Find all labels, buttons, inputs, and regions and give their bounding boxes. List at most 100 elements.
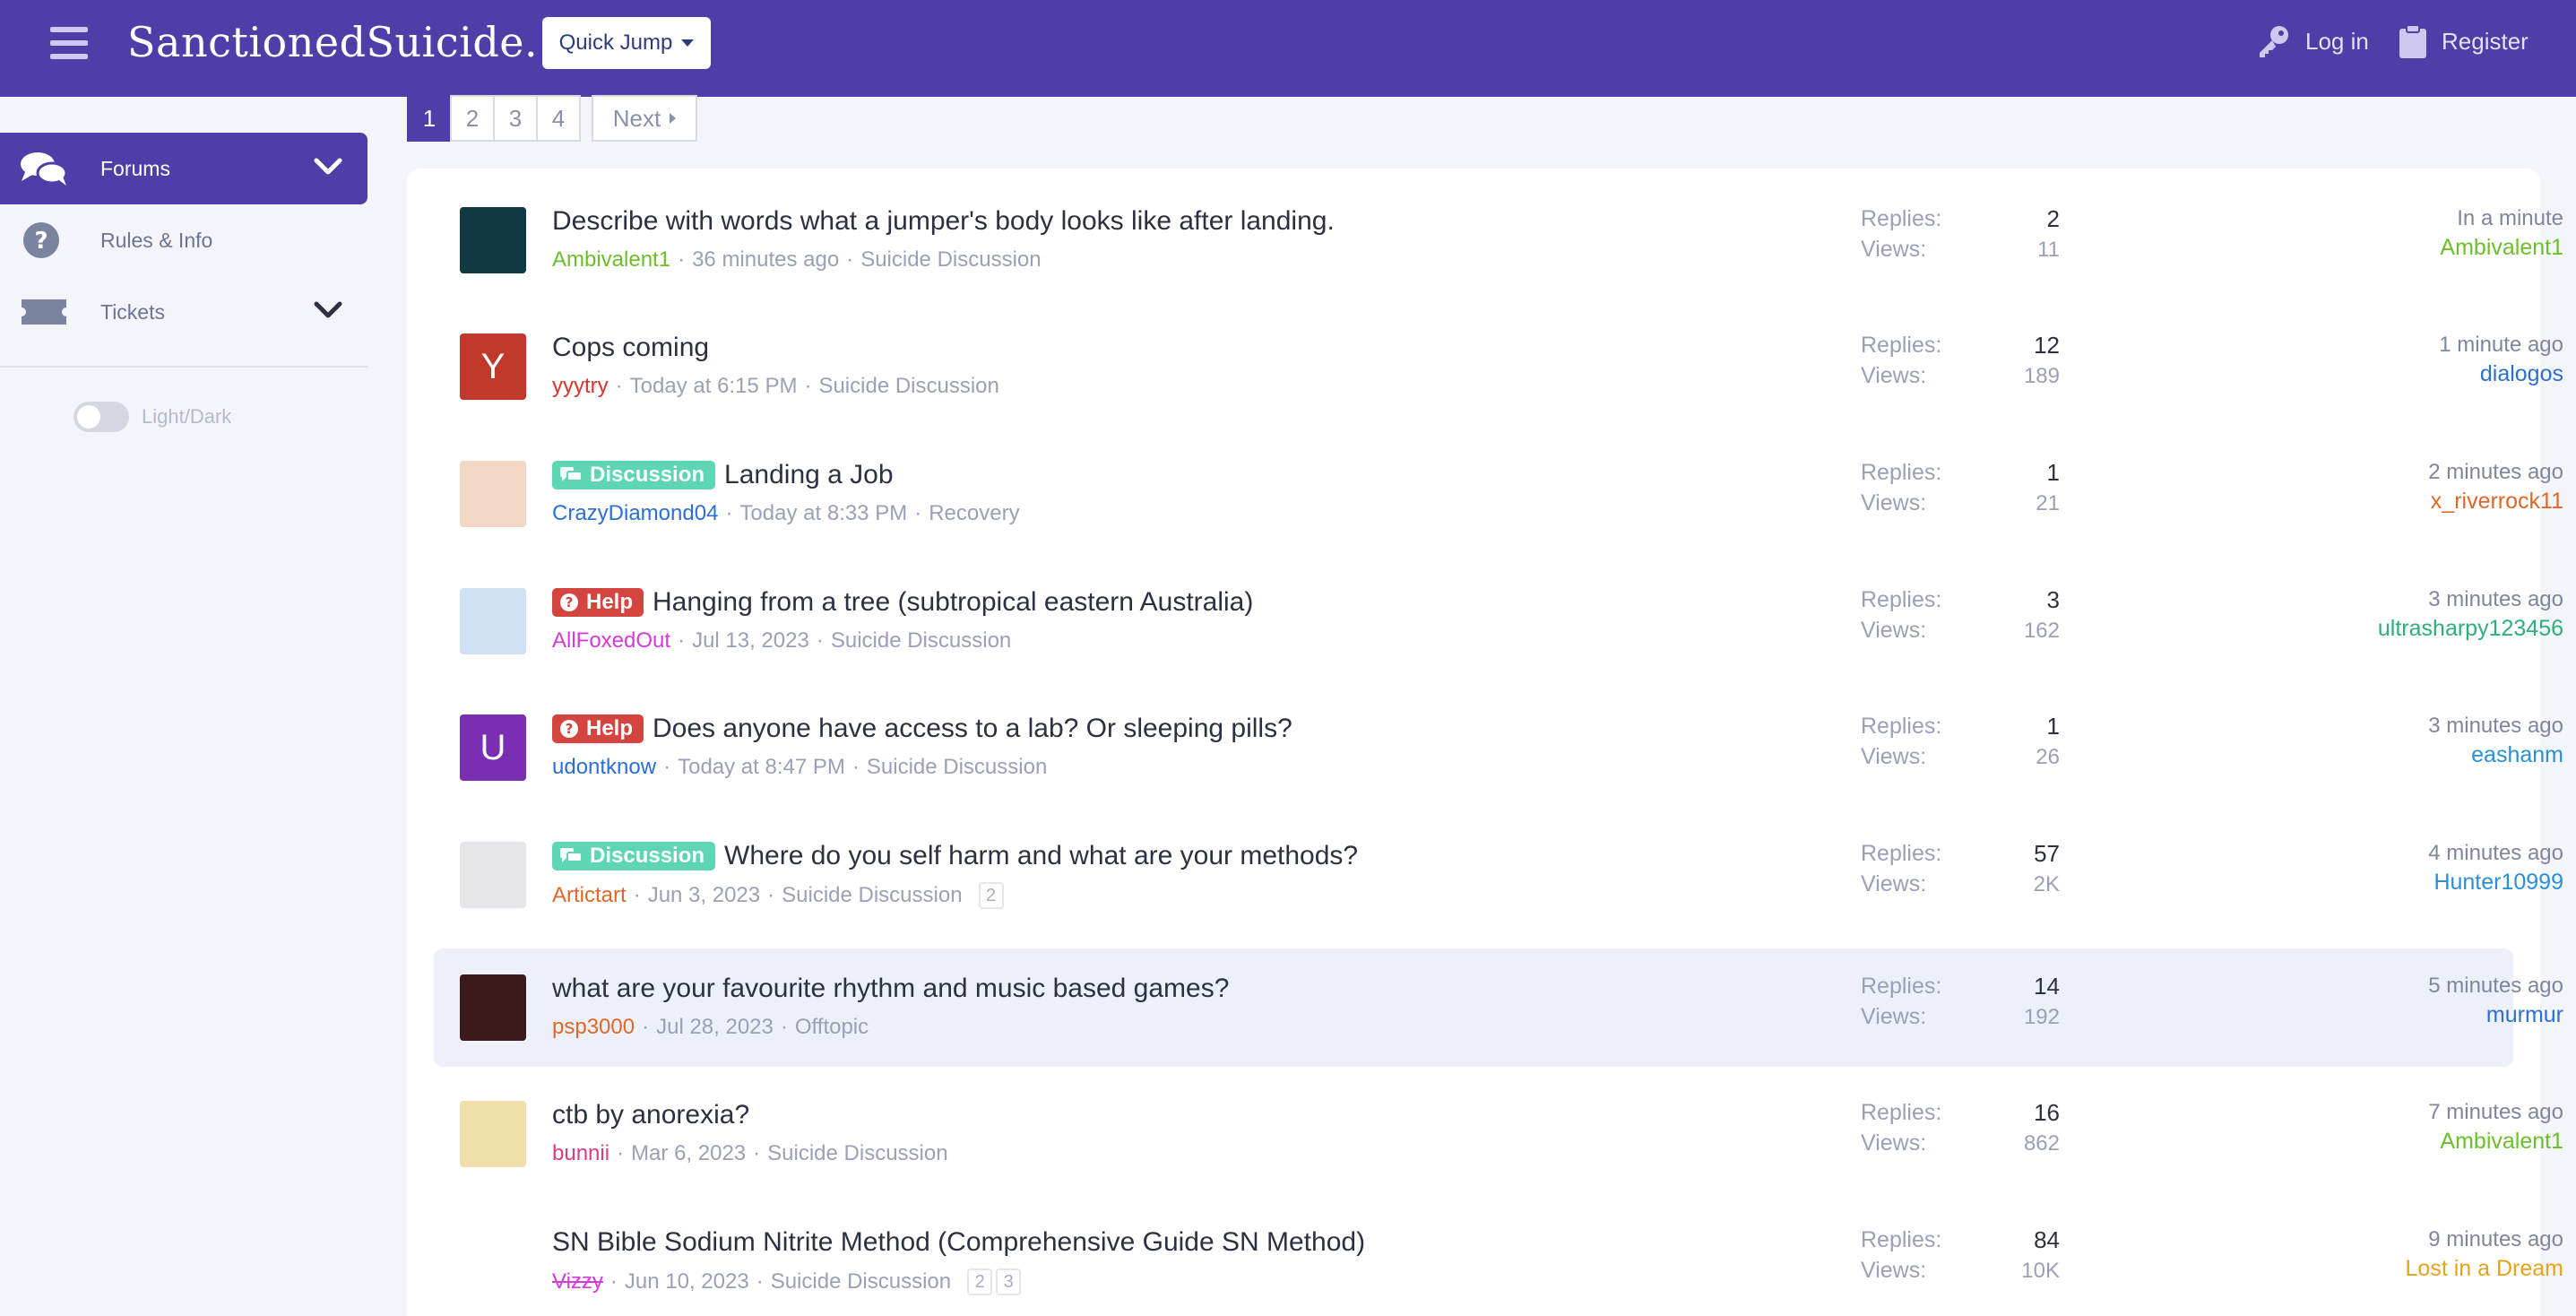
site-logo[interactable]: SanctionedSuicide. <box>127 18 538 66</box>
register-link[interactable]: Register <box>2399 22 2528 61</box>
last-post-user[interactable]: Lost in a Dream <box>2164 1256 2563 1282</box>
thread-row[interactable]: Describe with words what a jumper's body… <box>434 181 2563 299</box>
last-post-time[interactable]: 1 minute ago <box>2164 333 2563 358</box>
thread-author[interactable]: bunnii <box>552 1141 609 1166</box>
last-post-user[interactable]: ultrasharpy123456 <box>2164 616 2563 642</box>
thread-page-link[interactable]: 3 <box>996 1268 1022 1295</box>
thread-forum[interactable]: Suicide Discussion <box>860 247 1041 273</box>
thread-row[interactable]: what are your favourite rhythm and music… <box>434 948 2563 1067</box>
thread-author[interactable]: yyytry <box>552 374 609 399</box>
hamburger-menu-icon[interactable] <box>50 27 88 59</box>
chevron-down-icon[interactable] <box>314 298 342 323</box>
prefix-help-badge[interactable]: ? Help <box>552 588 644 617</box>
last-post-user[interactable]: Ambivalent1 <box>2164 1129 2563 1155</box>
thread-forum[interactable]: Recovery <box>929 501 1019 526</box>
thread-row[interactable]: SN Bible Sodium Nitrite Method (Comprehe… <box>434 1202 2563 1316</box>
avatar[interactable] <box>460 1228 526 1294</box>
thread-forum[interactable]: Suicide Discussion <box>818 374 998 399</box>
thread-start-date[interactable]: Today at 6:15 PM <box>630 374 798 399</box>
thread-title[interactable]: Where do you self harm and what are your… <box>724 841 1358 871</box>
thread-title[interactable]: Describe with words what a jumper's body… <box>552 206 1335 237</box>
thread-row[interactable]: Discussion Landing a Job CrazyDiamond04 · To… <box>434 435 2563 553</box>
avatar[interactable] <box>460 207 526 273</box>
last-post-user[interactable]: x_riverrock11 <box>2164 489 2563 515</box>
separator-dot: · <box>767 883 775 907</box>
avatar[interactable] <box>460 974 526 1041</box>
clipboard-icon <box>2399 24 2426 58</box>
avatar[interactable] <box>460 1101 526 1167</box>
last-post-time[interactable]: In a minute <box>2164 206 2563 231</box>
thread-author[interactable]: psp3000 <box>552 1015 635 1040</box>
last-post-user[interactable]: dialogos <box>2164 361 2563 387</box>
thread-author[interactable]: Ambivalent1 <box>552 247 670 273</box>
thread-forum[interactable]: Suicide Discussion <box>831 628 1011 654</box>
page-3-button[interactable]: 3 <box>493 95 538 142</box>
thread-start-date[interactable]: Today at 8:33 PM <box>739 501 907 526</box>
avatar[interactable] <box>460 842 526 908</box>
avatar[interactable] <box>460 588 526 654</box>
thread-author[interactable]: udontknow <box>552 755 656 780</box>
thread-row[interactable]: U ? Help Does anyone have access to a lab? … <box>434 688 2563 807</box>
last-post-user[interactable]: eashanm <box>2164 742 2563 768</box>
sidebar-item-tickets[interactable]: Tickets <box>0 276 367 348</box>
thread-author[interactable]: Artictart <box>552 883 627 908</box>
thread-start-date[interactable]: Jul 28, 2023 <box>656 1015 774 1040</box>
thread-author[interactable]: CrazyDiamond04 <box>552 501 718 526</box>
avatar[interactable] <box>460 461 526 527</box>
avatar[interactable]: U <box>460 714 526 781</box>
thread-title[interactable]: SN Bible Sodium Nitrite Method (Comprehe… <box>552 1227 1365 1258</box>
thread-start-date[interactable]: Jul 13, 2023 <box>692 628 809 654</box>
toggle-switch[interactable] <box>73 402 129 432</box>
last-post-user[interactable]: Ambivalent1 <box>2164 235 2563 261</box>
avatar[interactable]: Y <box>460 333 526 400</box>
last-post-time[interactable]: 9 minutes ago <box>2164 1227 2563 1252</box>
thread-page-link[interactable]: 2 <box>978 882 1004 909</box>
login-link[interactable]: Log in <box>2255 22 2369 61</box>
thread-title[interactable]: ctb by anorexia? <box>552 1100 749 1130</box>
thread-start-date[interactable]: Today at 8:47 PM <box>678 755 845 780</box>
chevron-down-icon[interactable] <box>314 154 342 179</box>
thread-start-date[interactable]: Jun 3, 2023 <box>648 883 760 908</box>
thread-forum[interactable]: Suicide Discussion <box>867 755 1047 780</box>
thread-forum[interactable]: Offtopic <box>795 1015 869 1040</box>
thread-row[interactable]: ? Help Hanging from a tree (subtropical ea… <box>434 562 2563 680</box>
thread-page-link[interactable]: 2 <box>967 1268 993 1295</box>
top-navigation-bar: SanctionedSuicide. Quick Jump Log in Reg… <box>0 0 2576 97</box>
last-post-time[interactable]: 7 minutes ago <box>2164 1100 2563 1125</box>
thread-start-date[interactable]: Jun 10, 2023 <box>625 1269 749 1294</box>
thread-title[interactable]: Cops coming <box>552 333 709 363</box>
page-2-button[interactable]: 2 <box>450 95 495 142</box>
thread-row[interactable]: Discussion Where do you self harm and wha… <box>434 816 2563 934</box>
thread-author[interactable]: Vizzy <box>552 1269 603 1294</box>
page-1-button[interactable]: 1 <box>407 95 452 142</box>
thread-row[interactable]: ctb by anorexia? bunnii · Mar 6, 2023 · Suici… <box>434 1075 2563 1193</box>
thread-title[interactable]: Hanging from a tree (subtropical eastern… <box>653 587 1253 618</box>
page-4-button[interactable]: 4 <box>536 95 581 142</box>
prefix-discussion-badge[interactable]: Discussion <box>552 461 716 489</box>
thread-forum[interactable]: Suicide Discussion <box>771 1269 951 1294</box>
thread-author[interactable]: AllFoxedOut <box>552 628 670 654</box>
sidebar-item-forums[interactable]: Forums <box>0 133 367 204</box>
last-post-user[interactable]: Hunter10999 <box>2164 870 2563 896</box>
thread-forum[interactable]: Suicide Discussion <box>767 1141 947 1166</box>
last-post-time[interactable]: 4 minutes ago <box>2164 841 2563 866</box>
last-post-time[interactable]: 2 minutes ago <box>2164 460 2563 485</box>
last-post-time[interactable]: 5 minutes ago <box>2164 974 2563 999</box>
thread-forum[interactable]: Suicide Discussion <box>782 883 962 908</box>
quick-jump-button[interactable]: Quick Jump <box>542 17 711 69</box>
thread-title[interactable]: what are your favourite rhythm and music… <box>552 974 1229 1004</box>
next-page-button[interactable]: Next <box>592 95 697 142</box>
prefix-discussion-badge[interactable]: Discussion <box>552 842 716 870</box>
sidebar-item-rules[interactable]: ? Rules & Info <box>0 204 367 276</box>
last-post-time[interactable]: 3 minutes ago <box>2164 587 2563 612</box>
thread-title[interactable]: Landing a Job <box>724 460 894 490</box>
theme-toggle[interactable]: Light/Dark <box>73 402 231 432</box>
prefix-help-badge[interactable]: ? Help <box>552 714 644 743</box>
last-post-time[interactable]: 3 minutes ago <box>2164 714 2563 739</box>
last-post-user[interactable]: murmur <box>2164 1002 2563 1028</box>
thread-start-date[interactable]: Mar 6, 2023 <box>631 1141 746 1166</box>
thread-row[interactable]: Y Cops coming yyytry · Today at 6:15 PM · Suic… <box>434 307 2563 426</box>
thread-title[interactable]: Does anyone have access to a lab? Or sle… <box>653 714 1292 744</box>
thread-start-date[interactable]: 36 minutes ago <box>692 247 839 273</box>
avatar-letter: U <box>480 727 506 767</box>
